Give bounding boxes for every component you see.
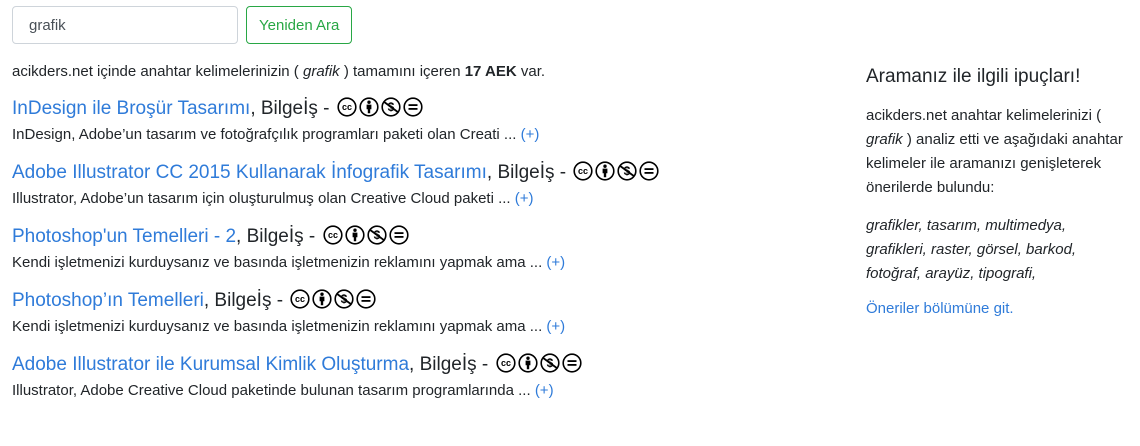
expand-link[interactable]: (+)	[546, 318, 565, 335]
result-snippet: Kendi işletmenizi kurduysanız ve basında…	[12, 254, 566, 271]
expand-link[interactable]: (+)	[535, 382, 554, 399]
nd-icon	[403, 97, 423, 117]
search-bar: Yeniden Ara	[12, 6, 353, 44]
nd-icon	[561, 353, 582, 373]
result-item: Adobe Illustrator CC 2015 Kullanarak İnf…	[12, 158, 832, 210]
result-item: Photoshop'un Temelleri - 2, Bilgeİş - cc…	[12, 222, 832, 274]
result-author: , Bilgeİş -	[236, 226, 316, 247]
expand-link[interactable]: (+)	[515, 190, 534, 207]
result-title-link[interactable]: InDesign ile Broşür Tasarımı	[12, 98, 250, 119]
result-snippet: InDesign, Adobe’un tasarım ve fotoğrafçı…	[12, 126, 540, 143]
svg-text:cc: cc	[501, 358, 511, 368]
search-tips-sidebar: Aramanız ile ilgili ipuçları! acikders.n…	[866, 62, 1128, 318]
result-item: Adobe Illustrator ile Kurumsal Kimlik Ol…	[12, 350, 832, 402]
result-snippet: Illustrator, Adobe Creative Cloud paketi…	[12, 382, 554, 399]
by-icon	[312, 289, 332, 309]
sidebar-description: acikders.net anahtar kelimelerinizi ( gr…	[866, 107, 1123, 196]
result-author: , Bilgeİş -	[203, 290, 284, 311]
by-icon	[344, 225, 365, 245]
nd-icon	[639, 161, 659, 181]
nc-icon: $	[381, 97, 401, 117]
license-icons: cc $	[290, 289, 376, 309]
result-snippet: Kendi işletmenizi kurduysanız ve basında…	[12, 318, 566, 335]
nd-icon	[356, 289, 376, 309]
cc-icon: cc	[337, 97, 357, 117]
svg-text:cc: cc	[578, 166, 588, 176]
svg-text:cc: cc	[342, 102, 352, 112]
license-icons: cc $	[495, 353, 582, 373]
nc-icon: $	[334, 289, 354, 309]
result-title-link[interactable]: Adobe Illustrator ile Kurumsal Kimlik Ol…	[12, 354, 409, 375]
by-icon	[595, 161, 615, 181]
sidebar-query: grafik	[866, 131, 903, 148]
result-snippet: Illustrator, Adobe’un tasarım için oluşt…	[12, 190, 534, 207]
nc-icon: $	[617, 161, 637, 181]
search-input[interactable]	[12, 6, 238, 44]
result-author: , Bilgeİş -	[250, 98, 330, 119]
nc-icon: $	[539, 353, 560, 373]
by-icon	[517, 353, 538, 373]
results-list: InDesign ile Broşür Tasarımı, Bilgeİş - …	[12, 94, 832, 402]
cc-icon: cc	[322, 225, 343, 245]
summary-query: grafik	[302, 63, 340, 80]
result-title-link[interactable]: Adobe Illustrator CC 2015 Kullanarak İnf…	[12, 162, 487, 183]
license-icons: cc $	[322, 225, 409, 245]
results-column: acikders.net içinde anahtar kelimelerini…	[12, 62, 832, 414]
by-icon	[359, 97, 379, 117]
results-summary: acikders.net içinde anahtar kelimelerini…	[12, 63, 546, 80]
expand-link[interactable]: (+)	[546, 254, 565, 271]
nd-icon	[388, 225, 409, 245]
search-again-button[interactable]: Yeniden Ara	[246, 6, 353, 44]
result-item: Photoshop’ın Temelleri, Bilgeİş - cc $ Ke…	[12, 286, 832, 338]
suggestions-link[interactable]: Öneriler bölümüne git.	[866, 300, 1014, 317]
nc-icon: $	[366, 225, 387, 245]
result-count: 17 AEK	[464, 63, 517, 80]
result-title-link[interactable]: Photoshop’ın Temelleri	[12, 290, 204, 311]
sidebar-title: Aramanız ile ilgili ipuçları!	[866, 66, 1081, 87]
expand-link[interactable]: (+)	[521, 126, 540, 143]
license-icons: cc $	[573, 161, 659, 181]
svg-text:cc: cc	[328, 230, 338, 240]
svg-text:cc: cc	[295, 294, 305, 304]
result-title-link[interactable]: Photoshop'un Temelleri - 2	[12, 226, 236, 247]
cc-icon: cc	[495, 353, 516, 373]
result-author: , Bilgeİş -	[486, 162, 567, 183]
license-icons: cc $	[337, 97, 423, 117]
cc-icon: cc	[573, 161, 593, 181]
cc-icon: cc	[290, 289, 310, 309]
result-author: , Bilgeİş -	[409, 354, 489, 375]
result-item: InDesign ile Broşür Tasarımı, Bilgeİş - …	[12, 94, 832, 146]
suggested-keywords: grafikler, tasarım, multimedya, grafikle…	[866, 217, 1077, 282]
